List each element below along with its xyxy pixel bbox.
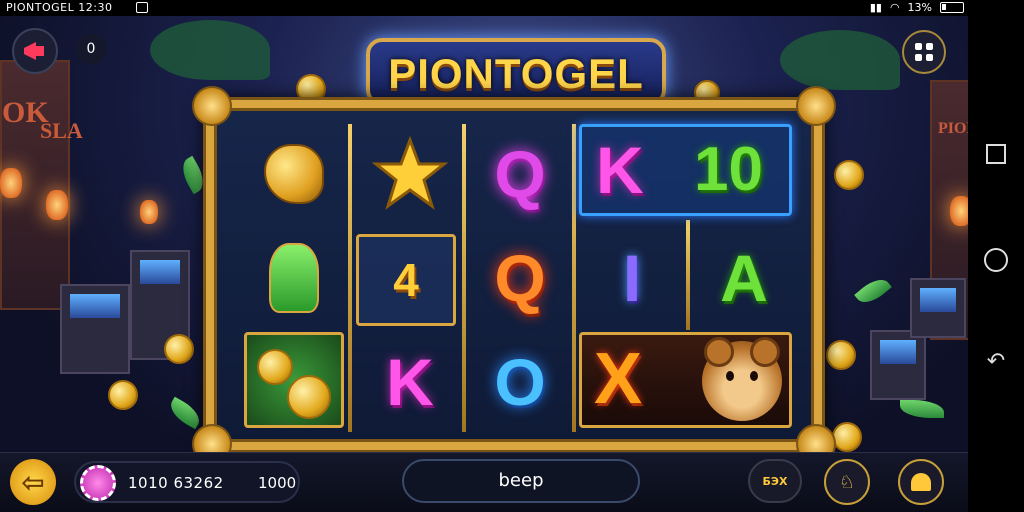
megaphone-icon	[24, 42, 44, 60]
arrow-left-icon: ⇦	[21, 465, 45, 499]
counter-badge: 0	[76, 34, 106, 64]
arcade-machine	[60, 284, 130, 374]
coin-decoration	[834, 160, 864, 190]
reel-divider	[348, 124, 352, 432]
reel-cell: Q	[468, 128, 572, 220]
reel-divider	[462, 124, 466, 432]
spin-button[interactable]: beep	[402, 459, 640, 503]
logo-text: PIONTOGEL	[388, 50, 644, 97]
balance-display: 1010 63262 1000	[74, 461, 300, 503]
symbol-k: K	[386, 345, 434, 419]
leaf-decoration	[854, 273, 892, 309]
bet-value: 1000	[258, 474, 297, 492]
auto-spin-icon: ♘	[838, 471, 856, 493]
lantern	[0, 168, 22, 198]
reel-cell: Q	[468, 232, 572, 324]
palm-leaves	[150, 20, 270, 80]
arcade-machine	[870, 330, 926, 400]
recents-button[interactable]	[986, 144, 1006, 164]
chip-icon	[80, 465, 116, 501]
symbol-4: 4	[393, 254, 419, 306]
reel-cell: K	[358, 336, 462, 428]
symbol-k: K	[596, 133, 644, 207]
palm-leaves	[780, 30, 900, 90]
green-plant-symbol	[269, 243, 319, 313]
symbol-10: 10	[694, 135, 763, 204]
symbol-q: Q	[494, 137, 546, 211]
frame-ornament	[796, 86, 836, 126]
menu-button[interactable]	[902, 30, 946, 74]
gold-star-symbol	[372, 136, 448, 210]
symbol-o: O	[494, 345, 546, 419]
home-button[interactable]	[984, 248, 1008, 272]
back-button[interactable]: ⇦	[10, 459, 56, 505]
game-logo: PIONTOGEL	[366, 38, 666, 106]
coin-decoration	[108, 380, 138, 410]
coin-stack-symbol	[257, 349, 293, 385]
battery-icon	[940, 2, 964, 13]
reel-cell	[242, 232, 346, 324]
arcade-machine	[910, 278, 966, 338]
wifi-icon: ◠	[889, 1, 900, 14]
symbol-a: A	[720, 241, 768, 315]
leaf-decoration	[900, 400, 944, 418]
bear-symbol	[702, 337, 782, 421]
symbol-x: X	[594, 339, 643, 419]
reel-cell: 4	[356, 234, 456, 326]
gold-coins-cell	[244, 332, 344, 428]
leaf-decoration	[176, 155, 210, 195]
reel-grid: 4 K Q Q O K 10 I A X	[240, 124, 792, 432]
reel-frame: 4 K Q Q O K 10 I A X	[192, 86, 836, 464]
coin-decoration	[164, 334, 194, 364]
frame-ornament	[192, 86, 232, 126]
grid-menu-icon	[915, 43, 933, 61]
sign-sla: SLA	[40, 118, 83, 143]
symbol-q: Q	[494, 241, 546, 315]
notification-icon	[136, 2, 148, 13]
auto-spin-button[interactable]: ♘	[824, 459, 870, 505]
signal-icon: ▮▮	[869, 1, 882, 14]
bonus-block: X	[579, 332, 792, 428]
leaf-decoration	[165, 396, 205, 430]
reel-cell	[242, 128, 346, 220]
reel-cell: I	[580, 232, 684, 324]
balance-value: 1010 63262	[128, 474, 224, 492]
reel-cell	[358, 128, 462, 220]
status-title: PIONTOGEL 12:30	[6, 1, 113, 14]
status-bar: PIONTOGEL 12:30 ▮▮ ◠ 13%	[0, 0, 968, 16]
lantern	[46, 190, 68, 220]
bottom-bar: ⇦ 1010 63262 1000 beep БЭХ ♘ ⟲	[0, 452, 1016, 512]
reel-cell: O	[468, 336, 572, 428]
reel-divider	[572, 124, 576, 432]
coin-decoration	[826, 340, 856, 370]
system-nav-bar: ↶	[968, 0, 1024, 512]
gold-swirl-symbol	[264, 144, 324, 204]
battery-percent: 13%	[907, 1, 932, 14]
bell-icon	[911, 473, 931, 491]
bet-button[interactable]: БЭХ	[748, 459, 802, 503]
highlighted-block: K 10	[579, 124, 792, 216]
announcement-button[interactable]	[12, 28, 58, 74]
symbol-i: I	[622, 241, 642, 315]
coin-decoration	[832, 422, 862, 452]
system-back-button[interactable]: ↶	[984, 350, 1008, 374]
lantern	[140, 200, 158, 224]
notification-button[interactable]	[898, 459, 944, 505]
reel-divider	[686, 220, 690, 330]
game-screen: OK SLA PIONT PIONTOGEL 12:30 ▮▮ ◠ 13% 0	[0, 0, 1024, 512]
coin-stack-symbol	[287, 375, 331, 419]
reel-cell: A	[692, 232, 796, 324]
